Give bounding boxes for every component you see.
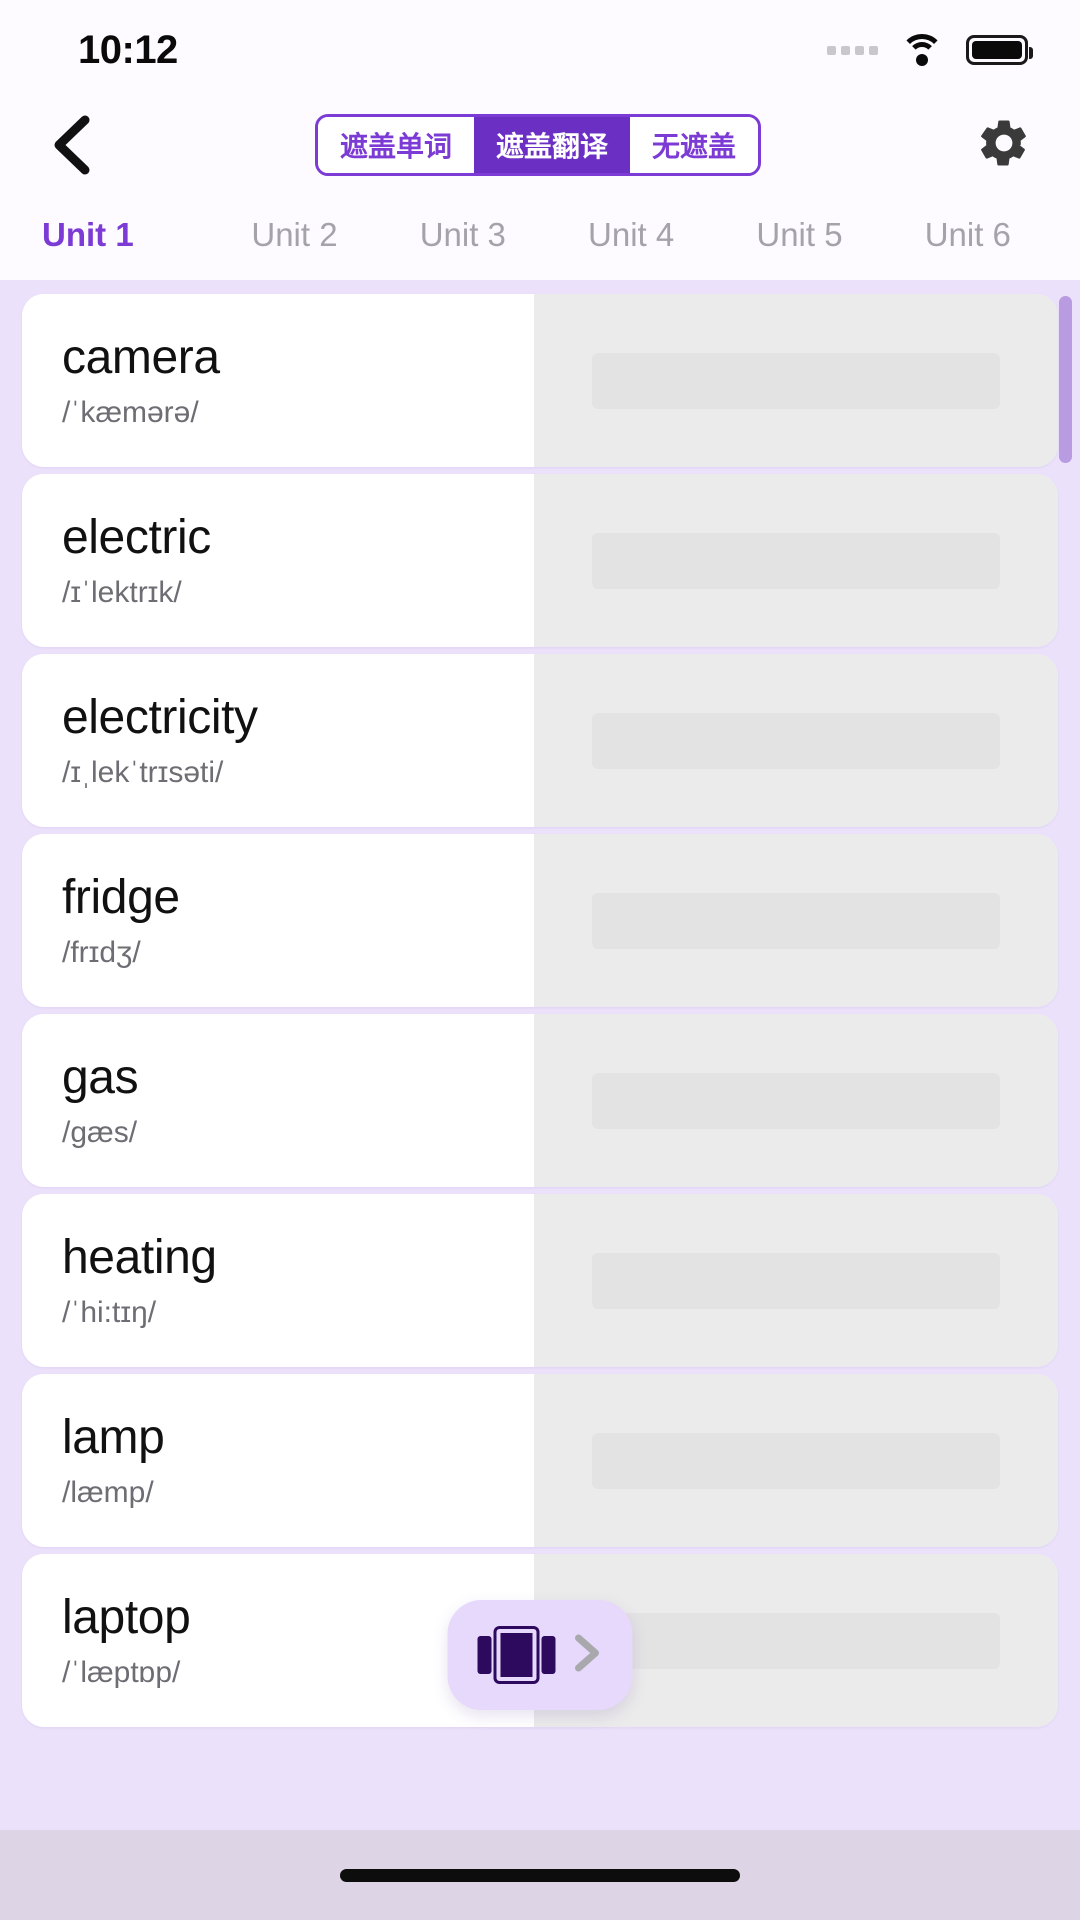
word-text: heating [62, 1231, 217, 1285]
unit-tab-1[interactable]: Unit 1 [42, 216, 210, 254]
app-header: 遮盖单词 遮盖翻译 无遮盖 [0, 100, 1080, 190]
word-text: electricity [62, 691, 258, 745]
phonetic-text: /ɪˌlekˈtrɪsəti/ [62, 755, 224, 789]
unit-tab-4[interactable]: Unit 4 [547, 216, 715, 254]
chevron-right-icon [569, 1631, 603, 1680]
list-scrollbar[interactable] [1059, 296, 1072, 1471]
home-indicator[interactable] [340, 1868, 740, 1882]
word-card-front[interactable]: gas /gæs/ [22, 1014, 534, 1187]
word-card-front[interactable]: fridge /frɪdʒ/ [22, 834, 534, 1007]
word-card[interactable]: fridge /frɪdʒ/ [22, 834, 1058, 1007]
translation-masked-panel[interactable] [534, 1194, 1058, 1367]
segment-mask-translation[interactable]: 遮盖翻译 [473, 117, 630, 173]
phonetic-text: /ˈkæmərə/ [62, 395, 199, 429]
unit-tab-3[interactable]: Unit 3 [379, 216, 547, 254]
phonetic-text: /frɪdʒ/ [62, 935, 141, 969]
segment-no-mask[interactable]: 无遮盖 [630, 117, 759, 173]
phonetic-text: /ɪˈlektrɪk/ [62, 575, 182, 609]
translation-masked-panel[interactable] [534, 1014, 1058, 1187]
home-indicator-area [0, 1830, 1080, 1920]
mask-placeholder-bar [591, 1432, 1001, 1489]
mask-placeholder-bar [591, 352, 1001, 409]
mask-placeholder-bar [591, 532, 1001, 589]
mask-placeholder-bar [591, 1612, 1001, 1669]
mask-placeholder-bar [591, 1252, 1001, 1309]
mask-placeholder-bar [591, 1072, 1001, 1129]
gear-icon [976, 115, 1032, 176]
scrollbar-thumb[interactable] [1059, 296, 1072, 463]
unit-tab-5[interactable]: Unit 5 [715, 216, 883, 254]
translation-masked-panel[interactable] [534, 474, 1058, 647]
wifi-icon [900, 34, 944, 66]
translation-masked-panel[interactable] [534, 294, 1058, 467]
word-card-front[interactable]: heating /ˈhi:tɪŋ/ [22, 1194, 534, 1367]
word-text: camera [62, 331, 220, 385]
word-card[interactable]: gas /gæs/ [22, 1014, 1058, 1187]
signal-dots-icon [827, 45, 878, 55]
word-card-front[interactable]: camera /ˈkæmərə/ [22, 294, 534, 467]
word-card[interactable]: camera /ˈkæmərə/ [22, 294, 1058, 467]
mask-mode-segmented-control[interactable]: 遮盖单词 遮盖翻译 无遮盖 [314, 114, 762, 176]
word-text: gas [62, 1051, 139, 1105]
word-card-front[interactable]: lamp /læmp/ [22, 1374, 534, 1547]
back-button[interactable] [38, 110, 108, 180]
unit-tab-bar[interactable]: Unit 1 Unit 2 Unit 3 Unit 4 Unit 5 Unit … [0, 190, 1080, 280]
phonetic-text: /læmp/ [62, 1475, 154, 1509]
word-text: fridge [62, 871, 180, 925]
app-root: 10:12 遮盖单词 遮盖翻译 无遮盖 Unit 1 Unit 2 Unit 3… [0, 0, 1080, 1920]
phonetic-text: /gæs/ [62, 1115, 138, 1149]
status-indicators [827, 34, 1033, 66]
unit-tab-2[interactable]: Unit 2 [210, 216, 378, 254]
unit-tab-6[interactable]: Unit 6 [884, 216, 1052, 254]
chevron-left-icon [51, 114, 95, 176]
translation-masked-panel[interactable] [534, 654, 1058, 827]
word-card[interactable]: electric /ɪˈlektrɪk/ [22, 474, 1058, 647]
word-card[interactable]: lamp /læmp/ [22, 1374, 1058, 1547]
status-bar: 10:12 [0, 0, 1080, 100]
mask-placeholder-bar [591, 892, 1001, 949]
word-list-container[interactable]: camera /ˈkæmərə/ electric /ɪˈlektrɪk/ el… [0, 280, 1080, 1830]
translation-masked-panel[interactable] [534, 1374, 1058, 1547]
word-card[interactable]: electricity /ɪˌlekˈtrɪsəti/ [22, 654, 1058, 827]
word-text: electric [62, 511, 211, 565]
status-time: 10:12 [78, 27, 178, 72]
mask-placeholder-bar [591, 712, 1001, 769]
segment-mask-word[interactable]: 遮盖单词 [317, 117, 474, 173]
word-card-front[interactable]: electricity /ɪˌlekˈtrɪsəti/ [22, 654, 534, 827]
card-mode-button[interactable] [447, 1600, 633, 1710]
word-text: lamp [62, 1411, 165, 1465]
card-carousel-icon [477, 1629, 555, 1681]
word-list: camera /ˈkæmərə/ electric /ɪˈlektrɪk/ el… [0, 294, 1080, 1727]
phonetic-text: /ˈhi:tɪŋ/ [62, 1295, 157, 1329]
settings-button[interactable] [968, 109, 1040, 181]
word-card[interactable]: heating /ˈhi:tɪŋ/ [22, 1194, 1058, 1367]
word-card-front[interactable]: electric /ɪˈlektrɪk/ [22, 474, 534, 647]
battery-icon [966, 35, 1033, 65]
translation-masked-panel[interactable] [534, 834, 1058, 1007]
